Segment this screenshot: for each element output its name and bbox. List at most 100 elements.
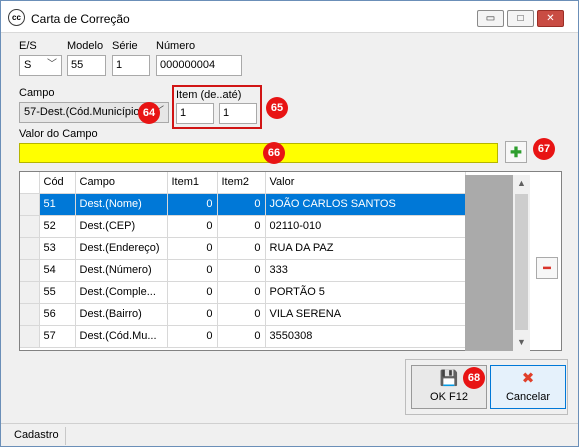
- item-range-label: Item (de..até): [176, 89, 242, 101]
- cancel-button-label: Cancelar: [505, 391, 551, 403]
- row-indicator[interactable]: [20, 281, 40, 304]
- status-bar: Cadastro: [1, 423, 578, 446]
- table-row[interactable]: 55 Dest.(Comple... 0 0 PORTÃO 5: [20, 281, 466, 304]
- column-header-valor[interactable]: Valor: [265, 172, 466, 194]
- table-row[interactable]: 51 Dest.(Nome) 0 0 JOÃO CARLOS SANTOS: [20, 193, 466, 216]
- cell-cod[interactable]: 51: [39, 193, 76, 216]
- row-indicator[interactable]: [20, 193, 40, 216]
- cell-item2[interactable]: 0: [217, 281, 266, 304]
- table-row[interactable]: 57 Dest.(Cód.Mu... 0 0 3550308: [20, 325, 466, 348]
- table-row[interactable]: 56 Dest.(Bairro) 0 0 VILA SERENA: [20, 303, 466, 326]
- cell-item1[interactable]: 0: [167, 193, 218, 216]
- cell-valor[interactable]: 333: [265, 259, 466, 282]
- grid-empty-area: [465, 175, 514, 351]
- cell-cod[interactable]: 54: [39, 259, 76, 282]
- cell-item2[interactable]: 0: [217, 193, 266, 216]
- cell-campo[interactable]: Dest.(CEP): [75, 215, 168, 238]
- numero-label: Número: [156, 40, 196, 52]
- cell-item1[interactable]: 0: [167, 237, 218, 260]
- cell-valor[interactable]: PORTÃO 5: [265, 281, 466, 304]
- es-select[interactable]: S ﹀: [19, 55, 62, 76]
- title-bar: cc Carta de Correção ▭ □ ✕: [1, 1, 578, 33]
- cell-item1[interactable]: 0: [167, 303, 218, 326]
- cell-item2[interactable]: 0: [217, 303, 266, 326]
- table-header-row: Cód Campo Item1 Item2 Valor: [20, 172, 466, 194]
- plus-icon: ✚: [510, 144, 522, 160]
- valor-label: Valor do Campo: [19, 128, 98, 140]
- cell-cod[interactable]: 56: [39, 303, 76, 326]
- column-header-cod[interactable]: Cód: [39, 172, 76, 194]
- cell-campo[interactable]: Dest.(Cód.Mu...: [75, 325, 168, 348]
- campo-select-value: 57-Dest.(Cód.Município): [24, 106, 144, 118]
- corrections-table: Cód Campo Item1 Item2 Valor 51 Dest.(Nome…: [20, 172, 466, 348]
- cell-campo[interactable]: Dest.(Bairro): [75, 303, 168, 326]
- cell-campo[interactable]: Dest.(Endereço): [75, 237, 168, 260]
- table-row[interactable]: 52 Dest.(CEP) 0 0 02110-010: [20, 215, 466, 238]
- row-indicator[interactable]: [20, 215, 40, 238]
- table-row[interactable]: 53 Dest.(Endereço) 0 0 RUA DA PAZ: [20, 237, 466, 260]
- es-label: E/S: [19, 40, 37, 52]
- cell-campo[interactable]: Dest.(Nome): [75, 193, 168, 216]
- row-indicator[interactable]: [20, 325, 40, 348]
- item-to-input[interactable]: 1: [219, 103, 257, 124]
- column-header-campo[interactable]: Campo: [75, 172, 168, 194]
- modelo-input[interactable]: 55: [67, 55, 106, 76]
- scroll-thumb[interactable]: [515, 194, 528, 330]
- cell-valor[interactable]: JOÃO CARLOS SANTOS: [265, 193, 466, 216]
- grid-vertical-scrollbar[interactable]: ▲ ▼: [513, 175, 530, 351]
- row-indicator[interactable]: [20, 259, 40, 282]
- marker-badge-67: 67: [533, 138, 555, 160]
- add-button[interactable]: ✚: [505, 141, 527, 163]
- cell-cod[interactable]: 57: [39, 325, 76, 348]
- tab-cadastro[interactable]: Cadastro: [8, 427, 66, 445]
- item-from-input[interactable]: 1: [176, 103, 214, 124]
- serie-label: Série: [112, 40, 138, 52]
- window-title: Carta de Correção: [31, 12, 130, 26]
- cancel-x-icon: ✖: [521, 370, 535, 387]
- scroll-up-icon[interactable]: ▲: [513, 175, 530, 192]
- cell-valor[interactable]: RUA DA PAZ: [265, 237, 466, 260]
- cell-campo[interactable]: Dest.(Número): [75, 259, 168, 282]
- numero-input[interactable]: 000000004: [156, 55, 242, 76]
- cell-item1[interactable]: 0: [167, 215, 218, 238]
- marker-badge-65: 65: [266, 97, 288, 119]
- marker-badge-68: 68: [463, 367, 485, 389]
- cell-item2[interactable]: 0: [217, 237, 266, 260]
- serie-input[interactable]: 1: [112, 55, 150, 76]
- es-select-value: S: [24, 59, 32, 71]
- cell-item1[interactable]: 0: [167, 281, 218, 304]
- table-row[interactable]: 54 Dest.(Número) 0 0 333: [20, 259, 466, 282]
- marker-badge-64: 64: [138, 102, 160, 124]
- close-button[interactable]: ✕: [537, 10, 564, 27]
- row-indicator[interactable]: [20, 237, 40, 260]
- cell-item2[interactable]: 0: [217, 215, 266, 238]
- cell-campo[interactable]: Dest.(Comple...: [75, 281, 168, 304]
- corrections-grid: Cód Campo Item1 Item2 Valor 51 Dest.(Nome…: [19, 171, 562, 351]
- maximize-button[interactable]: □: [507, 10, 534, 27]
- carta-correcao-window: cc Carta de Correção ▭ □ ✕ E/S S ﹀ Model…: [0, 0, 579, 447]
- row-indicator[interactable]: [20, 303, 40, 326]
- cell-cod[interactable]: 53: [39, 237, 76, 260]
- column-header-item1[interactable]: Item1: [167, 172, 218, 194]
- cell-item2[interactable]: 0: [217, 259, 266, 282]
- campo-label: Campo: [19, 87, 55, 99]
- cell-cod[interactable]: 55: [39, 281, 76, 304]
- chevron-down-icon: ﹀: [47, 59, 57, 70]
- minimize-button[interactable]: ▭: [477, 10, 504, 27]
- column-header-item2[interactable]: Item2: [217, 172, 266, 194]
- cell-cod[interactable]: 52: [39, 215, 76, 238]
- cell-valor[interactable]: 02110-010: [265, 215, 466, 238]
- cell-item1[interactable]: 0: [167, 325, 218, 348]
- modelo-label: Modelo: [67, 40, 104, 52]
- cell-valor[interactable]: 3550308: [265, 325, 466, 348]
- app-icon: cc: [8, 9, 25, 26]
- cell-valor[interactable]: VILA SERENA: [265, 303, 466, 326]
- cell-item2[interactable]: 0: [217, 325, 266, 348]
- row-indicator-header: [20, 172, 40, 194]
- cell-item1[interactable]: 0: [167, 259, 218, 282]
- scroll-down-icon[interactable]: ▼: [513, 334, 530, 351]
- marker-badge-66: 66: [263, 142, 285, 164]
- remove-button[interactable]: ━: [536, 257, 558, 279]
- cancel-button[interactable]: ✖ Cancelar: [490, 365, 566, 409]
- valor-input[interactable]: [19, 143, 498, 163]
